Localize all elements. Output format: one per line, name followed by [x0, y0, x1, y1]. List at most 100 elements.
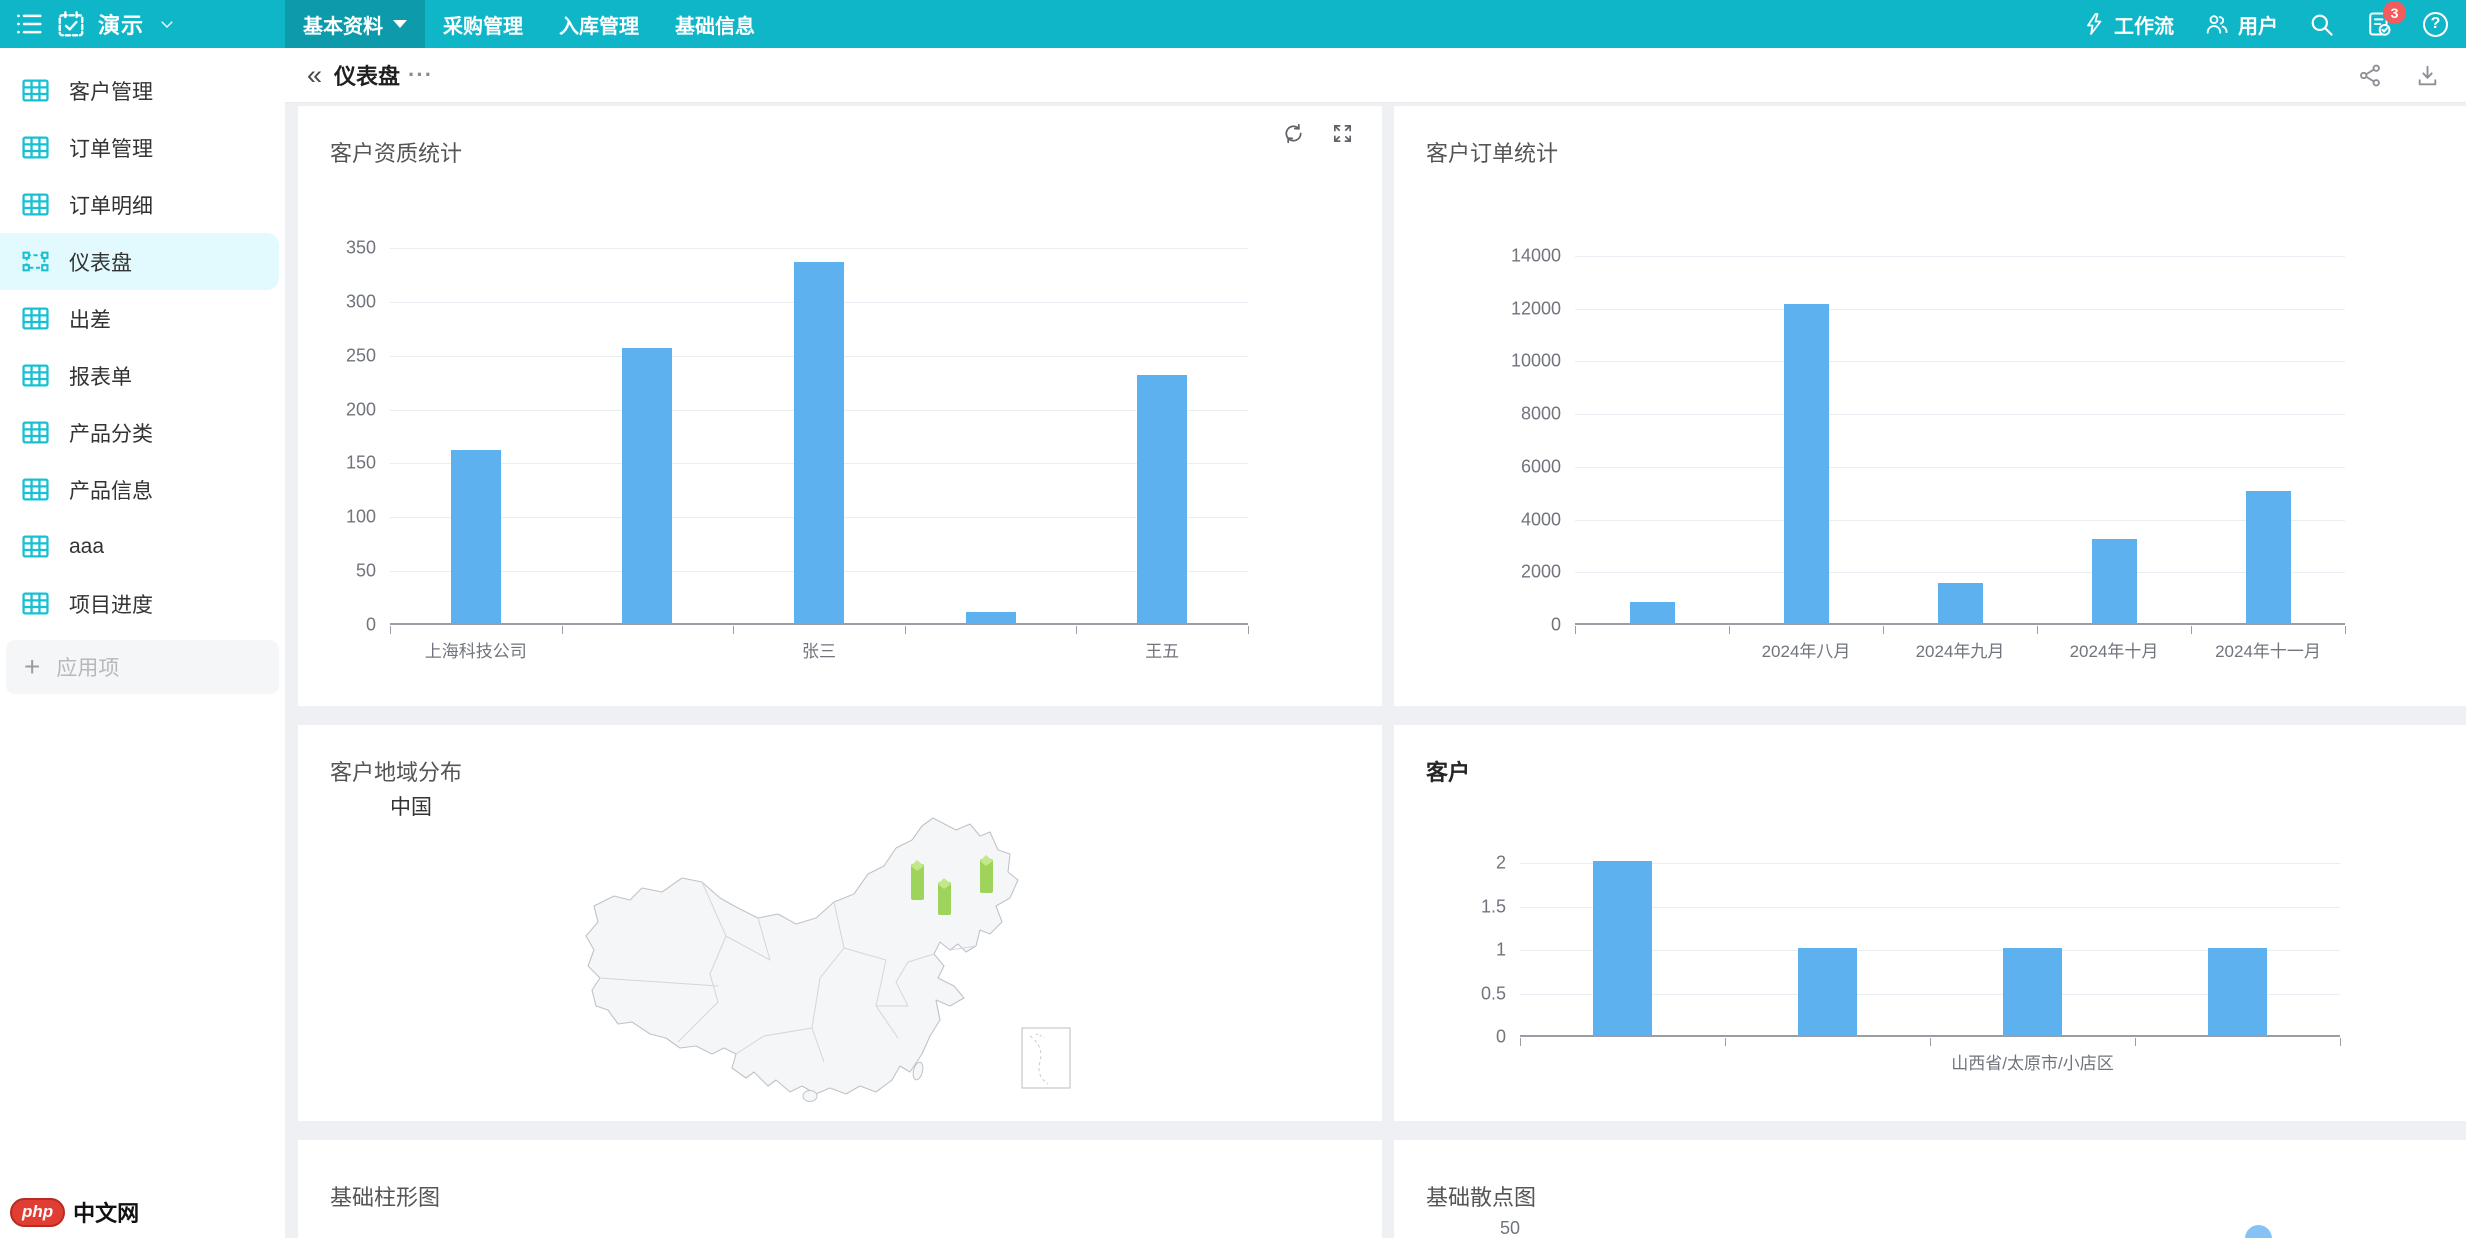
tab-采购管理[interactable]: 采购管理	[425, 0, 541, 48]
tab-基本资料[interactable]: 基本资料	[285, 0, 425, 48]
table-icon	[22, 135, 49, 160]
sidebar-item-订单明细[interactable]: 订单明细	[0, 176, 285, 233]
x-axis-line	[1520, 1035, 2340, 1037]
tasks-icon[interactable]: 3	[2365, 1, 2406, 38]
y-axis-tick-label: 250	[345, 345, 376, 366]
dashboard-icon	[22, 249, 49, 274]
x-axis-tick	[2191, 626, 2192, 634]
php-cn-logo: php 中文网	[10, 1196, 139, 1228]
x-axis-category-label: 2024年十月	[2069, 642, 2159, 661]
help-icon[interactable]: ?	[2423, 11, 2448, 37]
table-icon	[22, 306, 49, 331]
sidebar-item-label: 出差	[69, 308, 111, 332]
download-icon[interactable]	[2415, 63, 2440, 88]
bar[interactable]	[1798, 948, 1857, 1035]
sidebar-item-产品分类[interactable]: 产品分类	[0, 404, 285, 461]
y-axis-tick-label: 0	[365, 614, 376, 635]
bar[interactable]	[1784, 304, 1829, 623]
sidebar-item-订单管理[interactable]: 订单管理	[0, 119, 285, 176]
y-axis-tick-label: 0	[1495, 1026, 1506, 1047]
bar[interactable]	[794, 262, 844, 623]
y-axis-tick-label: 350	[345, 237, 376, 258]
chart-card-basic-scatter: 基础散点图 50	[1394, 1140, 2466, 1238]
sidebar-item-仪表盘[interactable]: 仪表盘	[0, 233, 279, 290]
bar[interactable]	[2003, 948, 2062, 1035]
bar[interactable]	[1938, 583, 1983, 623]
sidebar-item-产品信息[interactable]: 产品信息	[0, 461, 285, 518]
search-icon[interactable]	[2308, 11, 2335, 38]
sidebar-item-label: 报表单	[69, 365, 132, 389]
app-name[interactable]: 演示	[98, 8, 144, 40]
chart-title: 客户地域分布	[330, 760, 463, 785]
module-tabs: 基本资料 采购管理 入库管理 基础信息	[285, 0, 773, 48]
table-icon	[22, 78, 49, 103]
topbar-right-group: 工作流 用户 3 ?	[2082, 0, 2466, 48]
user-button[interactable]: 用户	[2204, 10, 2278, 39]
sidebar-item-项目进度[interactable]: 项目进度	[0, 575, 285, 632]
table-icon	[22, 477, 49, 502]
bar-chart-customer: 0 0.5 1 1.5 2 山西省/太原市/小店区	[1481, 853, 2341, 1073]
x-axis-category-label: 2024年九月	[1915, 642, 2005, 661]
x-axis-tick	[733, 626, 735, 634]
bar[interactable]	[1593, 861, 1652, 1035]
page-actions	[2358, 63, 2466, 88]
x-axis-category-label: 山西省/太原市/小店区	[1951, 1054, 2114, 1073]
y-axis-tick-label: 2	[1495, 852, 1506, 873]
x-axis-category-label: 王五	[1145, 642, 1180, 661]
y-axis-tick-label: 50	[355, 560, 376, 581]
x-axis-category-label: 张三	[802, 642, 836, 661]
bar[interactable]	[2246, 491, 2291, 623]
bar[interactable]	[622, 348, 672, 623]
chart-title: 客户订单统计	[1426, 141, 1559, 166]
sidebar-item-客户管理[interactable]: 客户管理	[0, 62, 285, 119]
more-icon[interactable]: ···	[408, 62, 433, 88]
collapse-icon[interactable]: «	[307, 61, 322, 89]
sidebar-item-出差[interactable]: 出差	[0, 290, 285, 347]
sidebar: 客户管理 订单管理订单明细仪表盘出差报表单产品分类 产品信息 aaa 项目进度 + 应用…	[0, 48, 285, 1238]
x-axis-category-label: 2024年十一月	[2215, 642, 2321, 661]
bar[interactable]	[2208, 948, 2267, 1035]
chart-title: 基础柱形图	[330, 1185, 441, 1210]
breadcrumb-bar: « 仪表盘 ···	[285, 48, 2466, 103]
app-logo-icon[interactable]	[56, 9, 86, 39]
y-axis-tick-label: 14000	[1510, 245, 1561, 266]
bar-chart-customer-orders: 0 2000 4000 6000 8000 10000 12000 14000 2024年八月 2…	[1511, 246, 2346, 661]
share-icon[interactable]	[2358, 63, 2383, 88]
bar[interactable]	[1137, 375, 1187, 623]
bar[interactable]	[451, 450, 501, 623]
x-axis-tick	[2345, 626, 2346, 634]
sidebar-items: 客户管理 订单管理订单明细仪表盘出差报表单产品分类 产品信息 aaa 项目进度	[0, 62, 285, 632]
y-axis-tick-label: 1.5	[1480, 896, 1506, 916]
expand-icon[interactable]	[1331, 122, 1354, 145]
add-app-item-button[interactable]: + 应用项	[6, 640, 279, 694]
menu-icon[interactable]	[14, 9, 44, 39]
tab-基础信息[interactable]: 基础信息	[657, 0, 773, 48]
chart-card-customer: 客户 0 0.5 1 1.5 2 山西省/太原市/小店区	[1394, 725, 2466, 1121]
y-axis-tick-label: 100	[345, 506, 376, 527]
sidebar-item-报表单[interactable]: 报表单	[0, 347, 285, 404]
tab-入库管理[interactable]: 入库管理	[541, 0, 657, 48]
sidebar-item-aaa[interactable]: aaa	[0, 518, 285, 575]
gridline	[1575, 414, 2345, 416]
bar[interactable]	[2092, 539, 2137, 623]
table-icon	[22, 534, 49, 559]
sidebar-item-label: 项目进度	[69, 593, 153, 617]
chevron-down-icon[interactable]	[158, 15, 176, 33]
topbar-left-group: 演示	[0, 0, 285, 48]
sidebar-item-label: 订单明细	[69, 194, 153, 218]
x-axis-tick	[1725, 1038, 1726, 1046]
refresh-icon[interactable]	[1282, 122, 1305, 145]
workflow-button[interactable]: 工作流	[2082, 10, 2174, 39]
x-axis-tick	[1930, 1038, 1931, 1046]
y-axis-tick-label: 0.5	[1480, 983, 1506, 1003]
bar[interactable]	[1630, 602, 1675, 623]
chart-card-customer-orders: 客户订单统计 0 2000 4000 6000 8000 10000 12000 14000 2…	[1394, 106, 2466, 706]
x-axis-tick	[561, 626, 563, 634]
y-axis-tick-label: 4000	[1520, 509, 1561, 530]
gridline	[1575, 308, 2345, 310]
x-axis-tick	[390, 626, 391, 634]
china-map[interactable]	[578, 810, 1093, 1102]
chart-title: 客户资质统计	[330, 141, 463, 166]
x-axis-tick	[1248, 626, 1249, 634]
bar[interactable]	[966, 612, 1016, 623]
